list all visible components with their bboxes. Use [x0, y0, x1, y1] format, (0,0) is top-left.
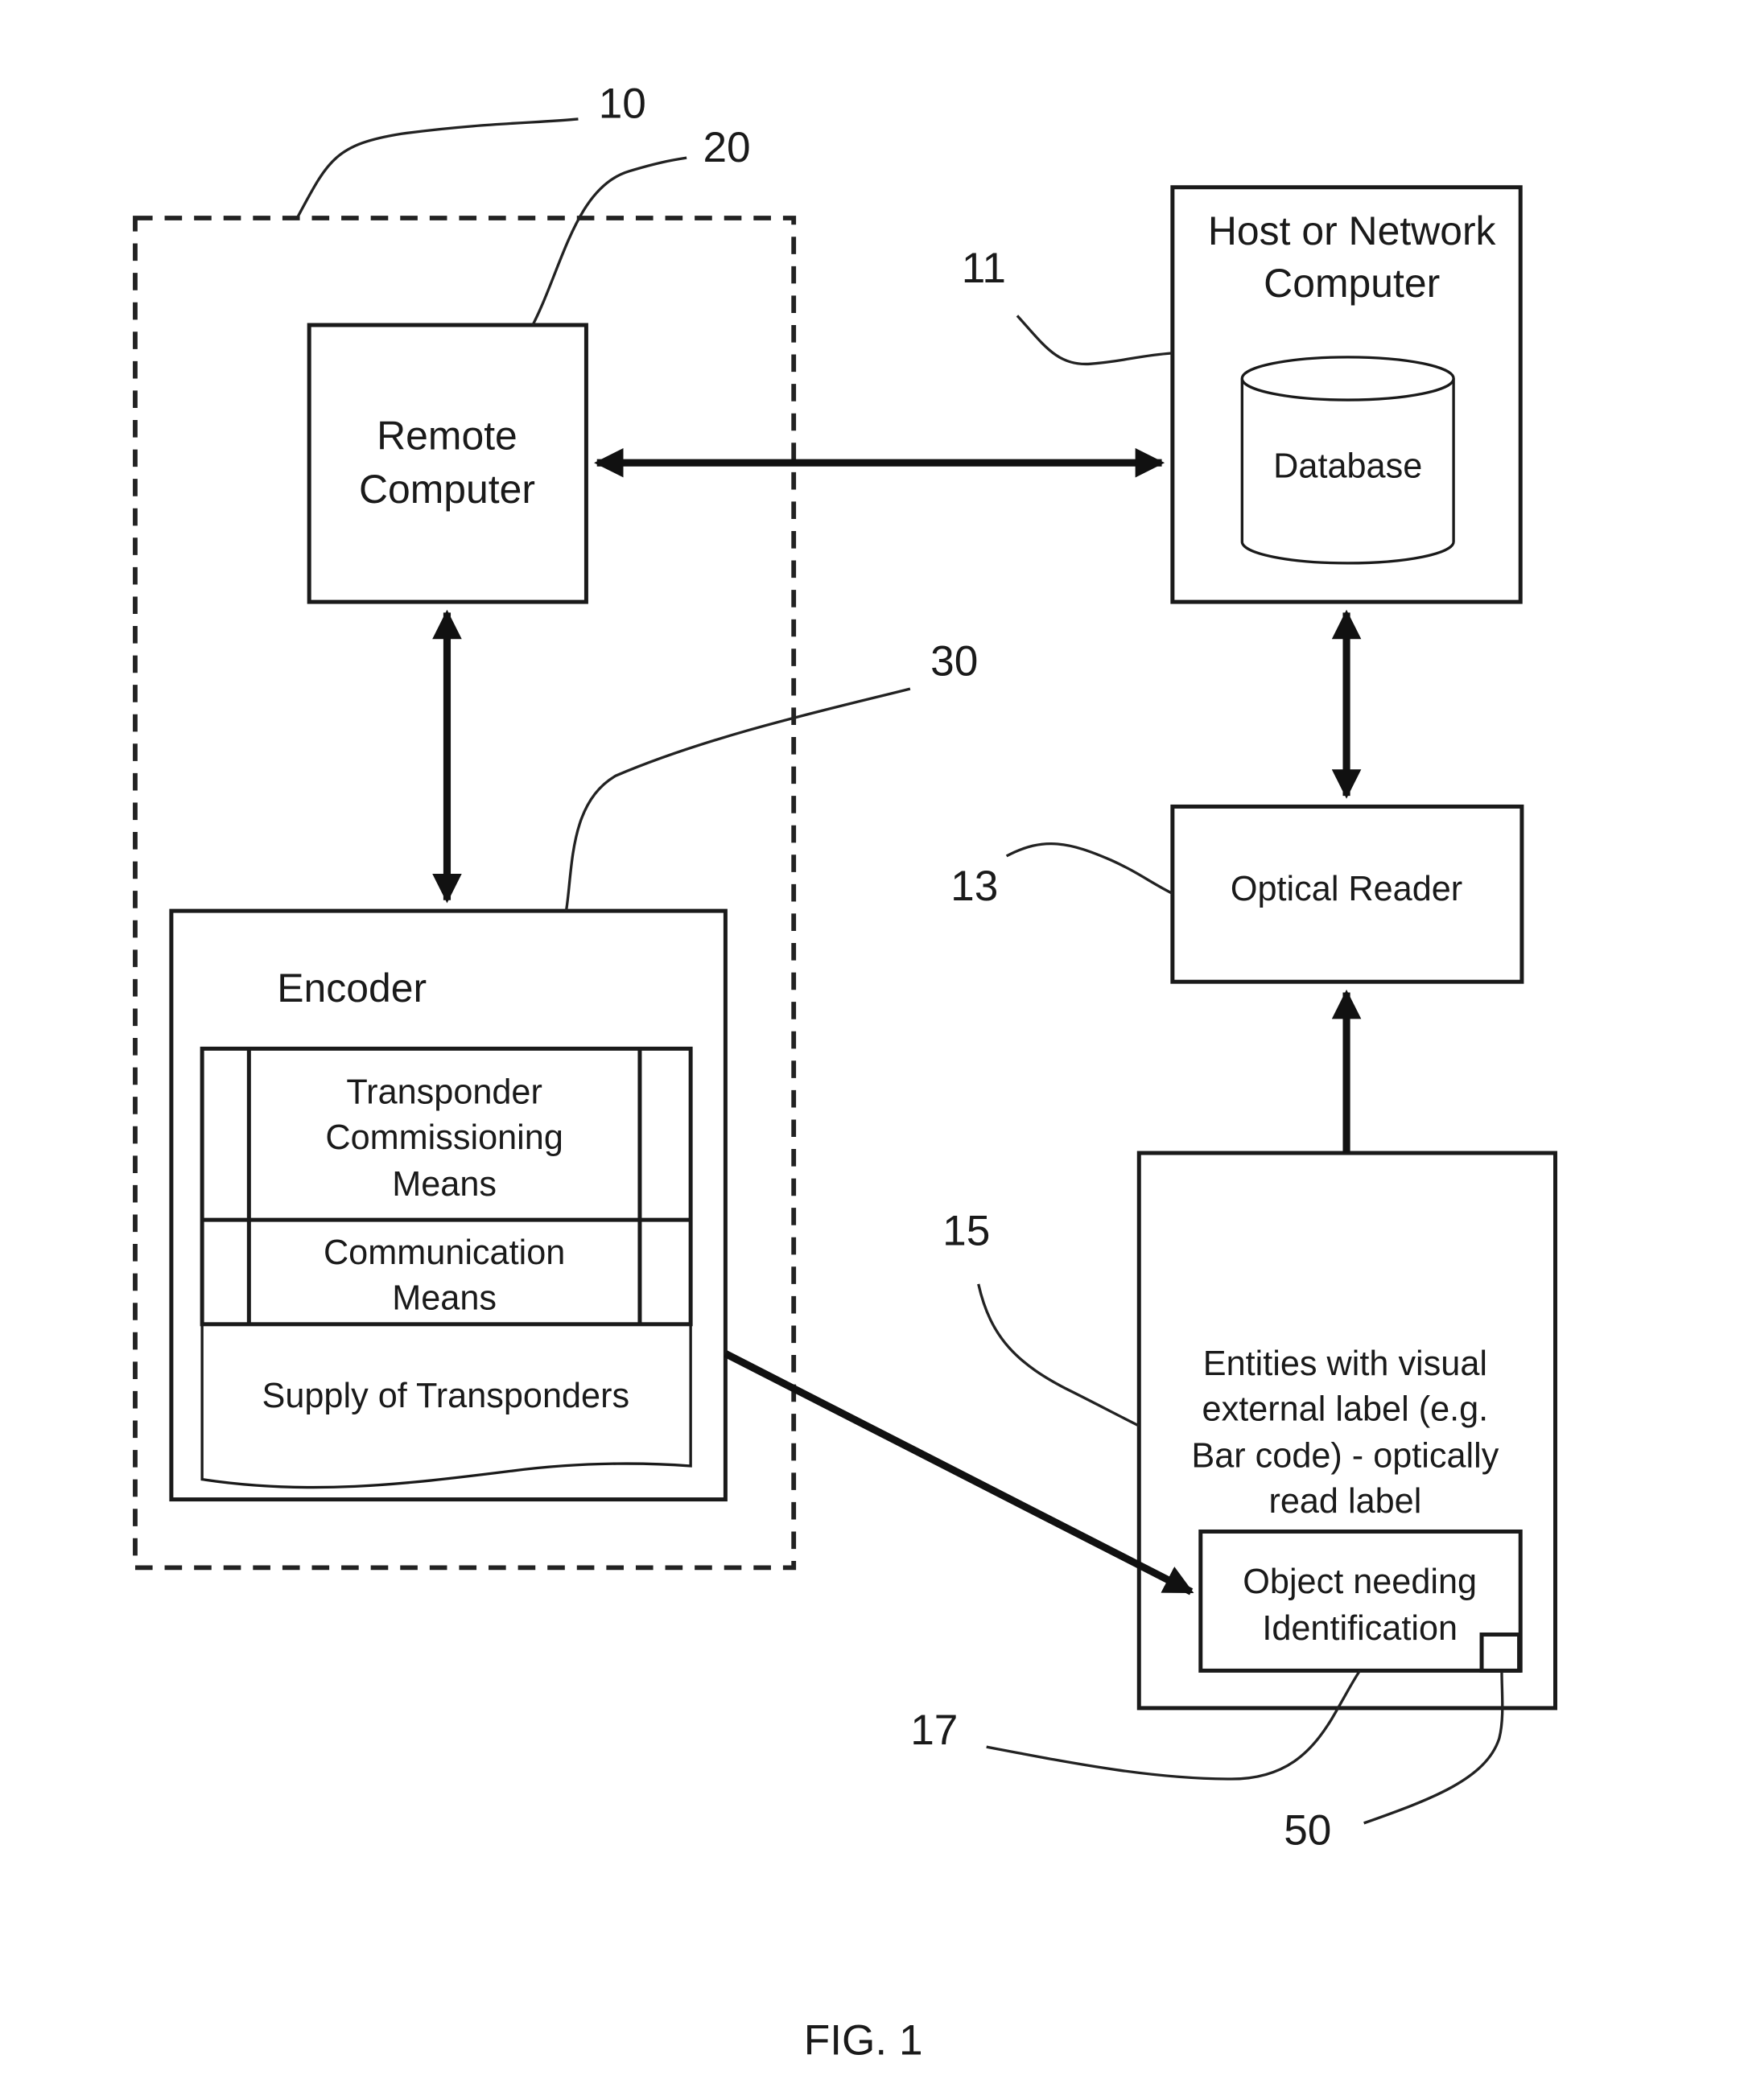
transponder-commissioning-line1: Transponder	[346, 1073, 542, 1112]
database-label: Database	[1273, 447, 1422, 485]
entities-block: Entities with visual external label (e.g…	[1136, 1151, 1557, 1711]
transponder-commissioning-line3: Means	[392, 1165, 497, 1204]
leader-20	[531, 156, 687, 326]
host-label-line2: Computer	[1264, 261, 1440, 306]
host-label-line1: Host or Network	[1208, 208, 1497, 253]
leader-11	[1016, 315, 1173, 366]
ref-50: 50	[1284, 1806, 1331, 1854]
encoder-label: Encoder	[277, 966, 427, 1011]
ref-20: 20	[703, 124, 750, 171]
ref-15: 15	[942, 1208, 990, 1255]
patent-figure: Remote Computer Host or Network Computer…	[133, 80, 1557, 2064]
supply-of-transponders-label: Supply of Transponders	[262, 1377, 630, 1415]
entities-label-line2: external label (e.g.	[1202, 1390, 1489, 1428]
ref-30: 30	[930, 638, 978, 686]
transponder-commissioning-line2: Commissioning	[325, 1118, 563, 1157]
leader-15	[977, 1283, 1140, 1427]
communication-means-line2: Means	[392, 1279, 497, 1318]
leader-10	[295, 117, 579, 219]
entities-label-line1: Entities with visual	[1203, 1344, 1487, 1383]
object-label-line1: Object needing	[1243, 1563, 1477, 1601]
ref-17: 17	[910, 1707, 958, 1754]
optical-reader-label: Optical Reader	[1231, 870, 1462, 908]
communication-means-line1: Communication	[324, 1233, 565, 1272]
figure-caption: FIG. 1	[804, 2016, 923, 2064]
remote-computer-block: Remote Computer	[307, 323, 588, 604]
transponder-tag-icon	[1479, 1632, 1522, 1673]
entities-label-line4: read label	[1268, 1482, 1421, 1521]
remote-computer-label-line1: Remote	[377, 414, 517, 459]
ref-11: 11	[962, 245, 1006, 292]
object-label-line2: Identification	[1262, 1609, 1458, 1648]
remote-computer-label-line2: Computer	[359, 467, 535, 512]
leader-13	[1005, 842, 1173, 895]
encoder-block: Encoder Transponder Commissioning Means …	[169, 908, 728, 1502]
ref-13: 13	[950, 863, 998, 910]
entities-label-line3: Bar code) - optically	[1191, 1437, 1499, 1476]
leader-30	[564, 687, 911, 912]
object-block: Object needing Identification	[1198, 1529, 1523, 1673]
optical-reader-block: Optical Reader	[1170, 804, 1524, 984]
host-computer-block: Host or Network Computer Database	[1170, 185, 1523, 604]
ref-10: 10	[599, 80, 646, 127]
